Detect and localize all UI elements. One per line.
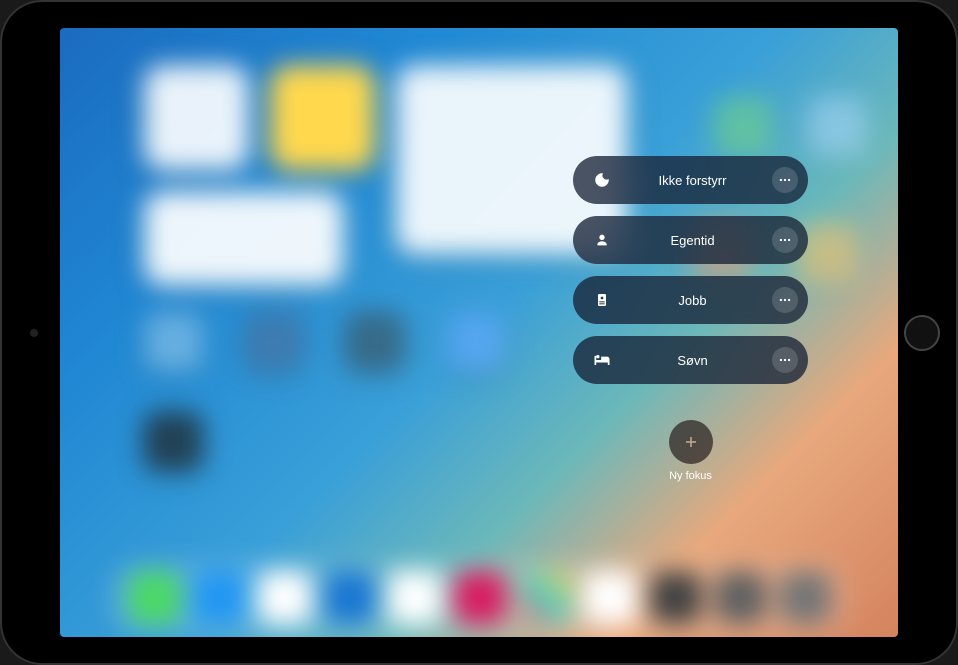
home-button[interactable] xyxy=(904,315,940,351)
dock xyxy=(112,562,847,633)
more-options-button[interactable] xyxy=(772,287,798,313)
bg-app-icon xyxy=(713,97,772,156)
app-icon xyxy=(346,312,405,371)
notes-widget xyxy=(270,65,375,170)
plus-icon xyxy=(681,432,701,452)
bed-icon xyxy=(591,349,613,371)
badge-icon xyxy=(591,289,613,311)
app-icon xyxy=(144,312,203,371)
dock-app xyxy=(128,571,181,624)
more-options-button[interactable] xyxy=(772,347,798,373)
dock-app xyxy=(584,571,637,624)
front-camera xyxy=(30,329,38,337)
person-icon xyxy=(591,229,613,251)
plus-icon-circle xyxy=(669,420,713,464)
bg-app-icon xyxy=(808,97,867,156)
clock-widget xyxy=(144,65,249,170)
focus-label: Jobb xyxy=(613,293,772,308)
dock-app xyxy=(519,571,572,624)
dock-app xyxy=(389,571,442,624)
focus-item-personal[interactable]: Egentid xyxy=(573,216,808,264)
app-icon xyxy=(144,412,203,471)
widget-area xyxy=(144,65,627,286)
focus-label: Ikke forstyrr xyxy=(613,173,772,188)
focus-menu: Ikke forstyrr Egentid Jobb xyxy=(573,156,808,482)
app-row-1 xyxy=(144,312,505,371)
focus-item-sleep[interactable]: Søvn xyxy=(573,336,808,384)
dock-app xyxy=(649,571,702,624)
calendar-widget xyxy=(144,191,344,286)
focus-item-work[interactable]: Jobb xyxy=(573,276,808,324)
dock-app xyxy=(714,571,767,624)
more-options-button[interactable] xyxy=(772,227,798,253)
moon-icon xyxy=(591,169,613,191)
focus-label: Søvn xyxy=(613,353,772,368)
new-focus-button[interactable]: Ny fokus xyxy=(573,420,808,482)
dock-app xyxy=(779,571,832,624)
dock-app xyxy=(259,571,312,624)
more-options-button[interactable] xyxy=(772,167,798,193)
dock-app xyxy=(454,571,507,624)
focus-label: Egentid xyxy=(613,233,772,248)
new-focus-label: Ny fokus xyxy=(669,470,712,482)
app-row-2 xyxy=(144,412,203,471)
app-icon xyxy=(245,312,304,371)
ipad-frame: Ikke forstyrr Egentid Jobb xyxy=(0,0,958,665)
app-icon xyxy=(446,312,505,371)
screen: Ikke forstyrr Egentid Jobb xyxy=(60,28,898,637)
focus-item-do-not-disturb[interactable]: Ikke forstyrr xyxy=(573,156,808,204)
dock-app xyxy=(324,571,377,624)
dock-app xyxy=(193,571,246,624)
